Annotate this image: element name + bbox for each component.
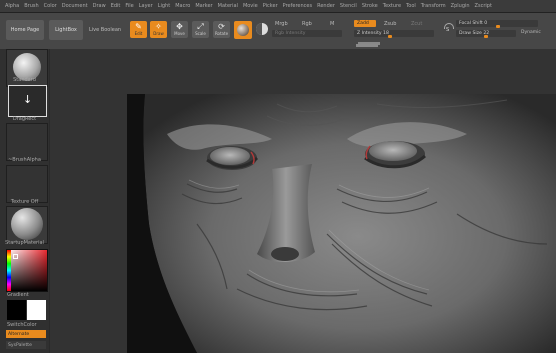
texture-thumbnail[interactable] — [6, 165, 48, 203]
color-picker[interactable] — [6, 249, 48, 292]
brush-size-icon — [444, 23, 454, 29]
menu-stencil[interactable]: Stencil — [340, 3, 357, 9]
color-half-icon — [256, 23, 262, 35]
menu-bar: Alpha Brush Color Document Draw Edit Fil… — [0, 0, 556, 13]
m-button[interactable]: M — [330, 21, 334, 27]
mrgb-button[interactable]: Mrgb — [275, 21, 288, 27]
texture-off-label: Texture Off — [10, 199, 39, 205]
menu-stroke[interactable]: Stroke — [362, 3, 378, 9]
lightbox-button[interactable]: LightBox — [49, 20, 83, 40]
menu-file[interactable]: File — [125, 3, 133, 9]
color-swatch-button[interactable] — [256, 23, 268, 35]
sculpted-face-render — [127, 94, 556, 353]
stroke-thumbnail[interactable]: ↓ — [8, 85, 47, 117]
zsub-button[interactable]: Zsub — [384, 21, 396, 27]
menu-layer[interactable]: Layer — [139, 3, 153, 9]
menu-alpha[interactable]: Alpha — [5, 3, 19, 9]
top-shelf: Home Page LightBox Live Boolean ✎ Edit ✧… — [0, 13, 556, 49]
menu-tool[interactable]: Tool — [406, 3, 416, 9]
menu-movie[interactable]: Movie — [243, 3, 258, 9]
menu-picker[interactable]: Picker — [263, 3, 278, 9]
focal-shift-knob[interactable] — [496, 25, 500, 28]
material-button[interactable] — [234, 21, 252, 39]
sys-palette-button[interactable]: SysPalette — [6, 341, 46, 349]
alternate-button[interactable]: Alternate — [6, 330, 46, 338]
left-shelf: Standard ↓ DragRect ~BrushAlpha Texture … — [0, 49, 49, 353]
menu-texture[interactable]: Texture — [383, 3, 401, 9]
rgb-intensity-slider[interactable]: Rgb Intensity — [272, 30, 342, 37]
dynamic-button[interactable]: Dynamic — [521, 30, 541, 35]
startup-material-label: StartupMaterial — [5, 240, 44, 246]
z-intensity-knob[interactable] — [388, 35, 392, 38]
rotate-label: Rotate — [214, 31, 229, 36]
secondary-color-swatch[interactable] — [27, 300, 46, 320]
material-sphere-icon — [237, 24, 249, 36]
menu-macro[interactable]: Macro — [175, 3, 190, 9]
menu-transform[interactable]: Transform — [421, 3, 446, 9]
draw-icon: ✧ — [155, 22, 162, 31]
draw-button[interactable]: ✧ Draw — [150, 21, 167, 38]
color-cursor-icon — [13, 254, 18, 259]
menu-color[interactable]: Color — [44, 3, 57, 9]
menu-render[interactable]: Render — [317, 3, 335, 9]
zadd-button[interactable]: Zadd — [354, 20, 376, 27]
draw-label: Draw — [153, 31, 164, 36]
menu-document[interactable]: Document — [62, 3, 88, 9]
menu-edit[interactable]: Edit — [111, 3, 121, 9]
scale-icon: ⤢ — [197, 22, 204, 31]
standard-label: Standard — [13, 77, 36, 83]
edit-label: Edit — [134, 31, 143, 36]
scale-button[interactable]: ⤢ Scale — [192, 21, 209, 38]
z-intensity-slider[interactable]: Z Intensity 18 — [354, 30, 434, 37]
menu-material[interactable]: Material — [218, 3, 238, 9]
color-hue-strip — [7, 250, 11, 291]
brush-alpha-label: ~BrushAlpha — [8, 157, 41, 163]
rotate-icon: ⟳ — [218, 22, 225, 31]
alpha-thumbnail[interactable] — [6, 123, 48, 161]
rgb-button[interactable]: Rgb — [302, 21, 312, 27]
edit-icon: ✎ — [135, 22, 142, 31]
menu-marker[interactable]: Marker — [195, 3, 212, 9]
material-preview-icon — [11, 208, 43, 240]
canvas-scroll-handle[interactable] — [356, 44, 378, 47]
move-button[interactable]: ✥ Move — [171, 21, 188, 38]
menu-brush[interactable]: Brush — [24, 3, 38, 9]
menu-zscript[interactable]: Zscript — [475, 3, 492, 9]
switch-color-button[interactable]: SwitchColor — [7, 322, 56, 328]
menu-draw[interactable]: Draw — [93, 3, 106, 9]
menu-preferences[interactable]: Preferences — [283, 3, 312, 9]
sculpt-viewport[interactable] — [127, 94, 556, 353]
home-page-label: Home Page — [10, 27, 40, 33]
dragrect-arrow-icon: ↓ — [23, 93, 33, 106]
move-icon: ✥ — [176, 22, 183, 31]
menu-light[interactable]: Light — [158, 3, 170, 9]
menu-zplugin[interactable]: Zplugin — [451, 3, 470, 9]
zcut-button[interactable]: Zcut — [411, 21, 422, 27]
main-color-swatch[interactable] — [7, 300, 26, 320]
scale-label: Scale — [195, 31, 206, 36]
home-page-button[interactable]: Home Page — [6, 20, 44, 40]
edit-button[interactable]: ✎ Edit — [130, 21, 147, 38]
dragrect-label: DragRect — [12, 116, 37, 122]
move-label: Move — [174, 31, 185, 36]
draw-size-knob[interactable] — [484, 35, 488, 38]
material-thumbnail[interactable] — [6, 206, 48, 244]
rotate-button[interactable]: ⟳ Rotate — [213, 21, 230, 38]
live-boolean-button[interactable]: Live Boolean — [89, 27, 121, 33]
lightbox-label: LightBox — [55, 27, 77, 33]
gradient-label: Gradient — [7, 292, 29, 298]
